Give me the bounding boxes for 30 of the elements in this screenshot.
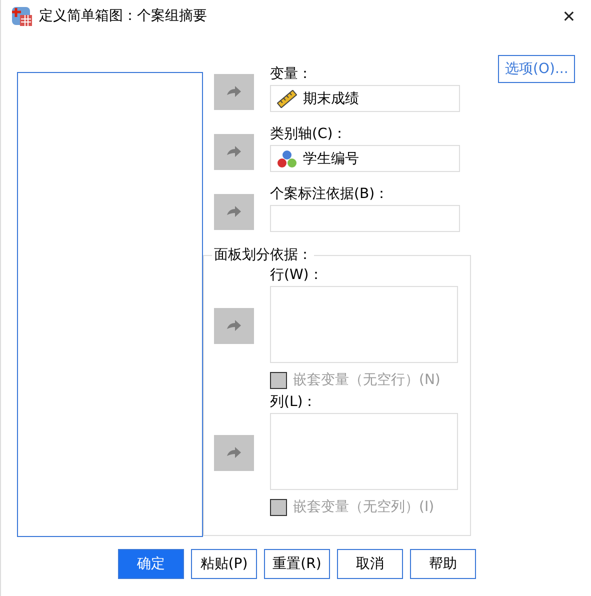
dialog-button[interactable]: 帮助 [410,549,476,579]
dialog-button[interactable]: 确定 [118,549,184,579]
arrow-icon [226,205,242,219]
field-label: 变量： [270,65,313,84]
field-label: 行(W)： [270,266,324,285]
target-list[interactable] [270,286,458,363]
variable-name: 期末成绩 [303,90,359,108]
target-field[interactable]: 期末成绩 [270,85,460,112]
dialog-button[interactable]: 粘贴(P) [191,549,257,579]
app-icon [11,5,33,27]
target-field[interactable] [270,205,460,232]
field-label: 类别轴(C)： [270,125,348,144]
balls-icon [277,150,297,168]
checkbox-label: 嵌套变量（无空行）(N) [293,371,440,389]
variable-name: 学生编号 [303,150,359,168]
arrow-icon [226,85,242,99]
window-title: 定义简单箱图：个案组摘要 [39,7,208,25]
target-list[interactable] [270,413,458,490]
target-field[interactable]: 学生编号 [270,145,460,172]
field-label: 列(L)： [270,393,318,412]
arrow-icon [226,318,242,332]
close-button[interactable]: ✕ [547,0,591,32]
group-title: 面板划分依据： [213,246,313,264]
dialog-button[interactable]: 重置(R) [264,549,330,579]
arrow-icon [226,145,242,159]
options-button[interactable]: 选项(O)... [498,55,576,83]
checkbox-label: 嵌套变量（无空列）(I) [293,498,434,516]
dialog-button[interactable]: 取消 [337,549,403,579]
arrow-icon [226,446,242,460]
field-label: 个案标注依据(B)： [270,185,390,204]
